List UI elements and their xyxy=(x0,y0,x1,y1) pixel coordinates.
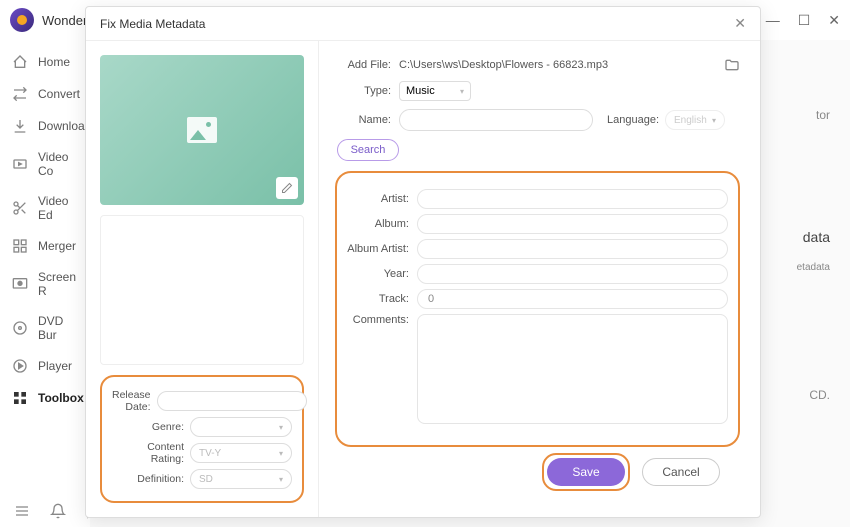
fix-metadata-modal: Fix Media Metadata ✕ Release Date: xyxy=(85,6,761,518)
close-button[interactable]: ✕ xyxy=(828,12,840,29)
sidebar-item-player[interactable]: Player xyxy=(0,350,90,382)
sidebar-item-label: Toolbox xyxy=(38,391,84,405)
release-date-input[interactable] xyxy=(157,391,307,411)
edit-cover-button[interactable] xyxy=(276,177,298,199)
type-select[interactable]: Music▾ xyxy=(399,81,471,101)
sidebar-item-label: Screen R xyxy=(38,270,78,298)
metadata-fields-highlight: Artist: Album: Album Artist: Year: Track… xyxy=(335,171,740,447)
artist-label: Artist: xyxy=(341,193,417,205)
left-fields-highlight: Release Date: Genre: ▾ Content Rating: T… xyxy=(100,375,304,503)
album-label: Album: xyxy=(341,218,417,230)
sidebar-item-label: Player xyxy=(38,359,72,373)
track-label: Track: xyxy=(341,293,417,305)
year-input[interactable] xyxy=(417,264,728,284)
scissors-icon xyxy=(12,200,28,216)
comments-textarea[interactable] xyxy=(417,314,728,424)
home-icon xyxy=(12,54,28,70)
content-rating-label: Content Rating: xyxy=(112,441,190,465)
search-button[interactable]: Search xyxy=(337,139,399,161)
artist-input[interactable] xyxy=(417,189,728,209)
app-logo xyxy=(10,8,34,32)
genre-label: Genre: xyxy=(112,421,190,433)
year-label: Year: xyxy=(341,268,417,280)
file-path-text: C:\Users\ws\Desktop\Flowers - 66823.mp3 xyxy=(399,59,716,71)
modal-close-button[interactable]: ✕ xyxy=(734,15,746,32)
modal-title: Fix Media Metadata xyxy=(100,17,205,31)
add-file-label: Add File: xyxy=(335,59,399,71)
sidebar-item-screen-recorder[interactable]: Screen R xyxy=(0,262,90,306)
album-input[interactable] xyxy=(417,214,728,234)
sidebar-item-video-editor[interactable]: Video Ed xyxy=(0,186,90,230)
maximize-button[interactable]: ☐ xyxy=(798,12,811,29)
sidebar-item-home[interactable]: Home xyxy=(0,46,90,78)
preview-panel xyxy=(100,215,304,365)
sidebar-item-toolbox[interactable]: Toolbox xyxy=(0,382,90,414)
grid-icon xyxy=(12,390,28,406)
pencil-icon xyxy=(281,182,293,194)
image-placeholder-icon xyxy=(187,117,217,143)
download-icon xyxy=(12,118,28,134)
genre-select[interactable]: ▾ xyxy=(190,417,292,437)
cancel-button[interactable]: Cancel xyxy=(642,458,720,486)
album-artist-label: Album Artist: xyxy=(341,243,417,255)
sidebar-item-label: Video Co xyxy=(38,150,78,178)
app-title: Wonder xyxy=(42,13,87,28)
cover-art-preview xyxy=(100,55,304,205)
sidebar-item-dvd-burner[interactable]: DVD Bur xyxy=(0,306,90,350)
save-button-highlight: Save xyxy=(542,453,630,491)
type-label: Type: xyxy=(335,85,399,97)
sidebar-item-video-compressor[interactable]: Video Co xyxy=(0,142,90,186)
merge-icon xyxy=(12,238,28,254)
name-input[interactable] xyxy=(399,109,593,131)
hamburger-icon[interactable] xyxy=(14,503,30,519)
minimize-button[interactable]: — xyxy=(766,12,780,29)
bg-text: tor xyxy=(797,100,830,130)
definition-label: Definition: xyxy=(112,473,190,485)
play-icon xyxy=(12,358,28,374)
disc-icon xyxy=(12,320,28,336)
sidebar-item-label: Convert xyxy=(38,87,80,101)
sidebar-item-label: Home xyxy=(38,55,70,69)
sidebar-item-label: Video Ed xyxy=(38,194,78,222)
album-artist-input[interactable] xyxy=(417,239,728,259)
definition-select[interactable]: SD▾ xyxy=(190,469,292,489)
sidebar-item-label: Downloa xyxy=(38,119,85,133)
sidebar: Home Convert Downloa Video Co Video Ed M… xyxy=(0,40,90,527)
sidebar-item-label: DVD Bur xyxy=(38,314,78,342)
language-select[interactable]: English▾ xyxy=(665,110,725,130)
release-date-label: Release Date: xyxy=(112,389,157,413)
comments-label: Comments: xyxy=(341,314,417,326)
bg-text: CD. xyxy=(797,380,830,410)
folder-icon[interactable] xyxy=(724,57,740,73)
bell-icon[interactable] xyxy=(50,503,66,519)
sidebar-item-merger[interactable]: Merger xyxy=(0,230,90,262)
sidebar-item-label: Merger xyxy=(38,239,76,253)
name-label: Name: xyxy=(335,114,399,126)
content-rating-select[interactable]: TV-Y▾ xyxy=(190,443,292,463)
sidebar-item-converter[interactable]: Convert xyxy=(0,78,90,110)
screen-record-icon xyxy=(12,276,28,292)
video-compress-icon xyxy=(12,156,28,172)
bg-text: etadata xyxy=(797,255,830,280)
track-input[interactable] xyxy=(417,289,728,309)
save-button[interactable]: Save xyxy=(547,458,625,486)
bg-text: data xyxy=(797,220,830,255)
convert-icon xyxy=(12,86,28,102)
sidebar-item-downloader[interactable]: Downloa xyxy=(0,110,90,142)
language-label: Language: xyxy=(607,114,659,126)
